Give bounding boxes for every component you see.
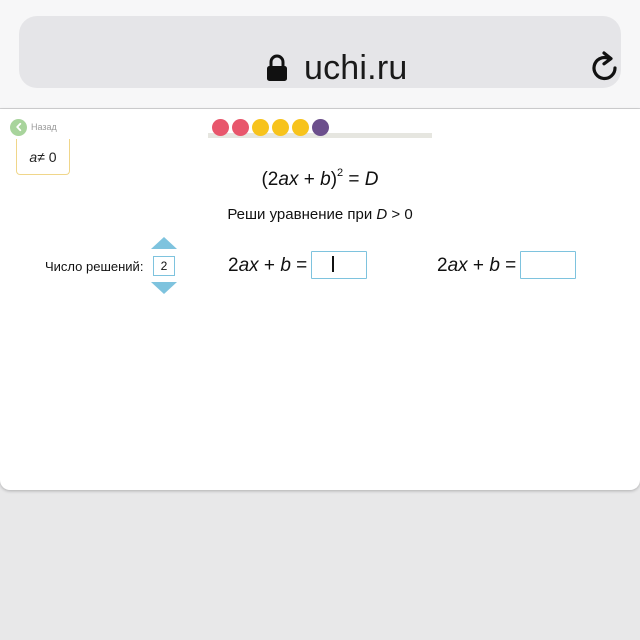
progress-dot [272, 119, 289, 136]
progress-dot [232, 119, 249, 136]
progress-dot [312, 119, 329, 136]
stepper-up-icon[interactable] [151, 237, 177, 250]
exercise-card: Назад a ≠ 0 (2ax + b)2 = D Реши уравнени… [0, 109, 640, 490]
condition-variable: a [29, 148, 38, 165]
progress-dot [292, 119, 309, 136]
browser-toolbar: uchi.ru [0, 0, 640, 109]
progress-dot [212, 119, 229, 136]
text-caret [332, 256, 334, 272]
back-label: Назад [31, 122, 57, 132]
progress-dots [212, 119, 329, 136]
solution-2-input[interactable] [520, 251, 576, 279]
solution-1-input[interactable] [311, 251, 367, 279]
reload-icon[interactable] [587, 50, 623, 86]
address-bar[interactable]: uchi.ru [19, 16, 621, 88]
main-equation: (2ax + b)2 = D [261, 167, 379, 190]
solutions-count-label: Число решений: [45, 259, 144, 274]
condition-rest: ≠ 0 [37, 148, 57, 165]
progress-dot [252, 119, 269, 136]
chevron-left-icon [10, 118, 27, 136]
solution-1-expression: 2ax + b = [228, 255, 308, 276]
url-text: uchi.ru [304, 49, 408, 87]
solution-2-expression: 2ax + b = [437, 255, 517, 276]
stepper-down-icon[interactable] [151, 281, 177, 294]
back-button[interactable]: Назад [10, 118, 57, 136]
solutions-count-field[interactable]: 2 [153, 256, 175, 276]
lock-icon [267, 54, 287, 81]
task-instruction: Реши уравнение при D > 0 [227, 206, 413, 223]
